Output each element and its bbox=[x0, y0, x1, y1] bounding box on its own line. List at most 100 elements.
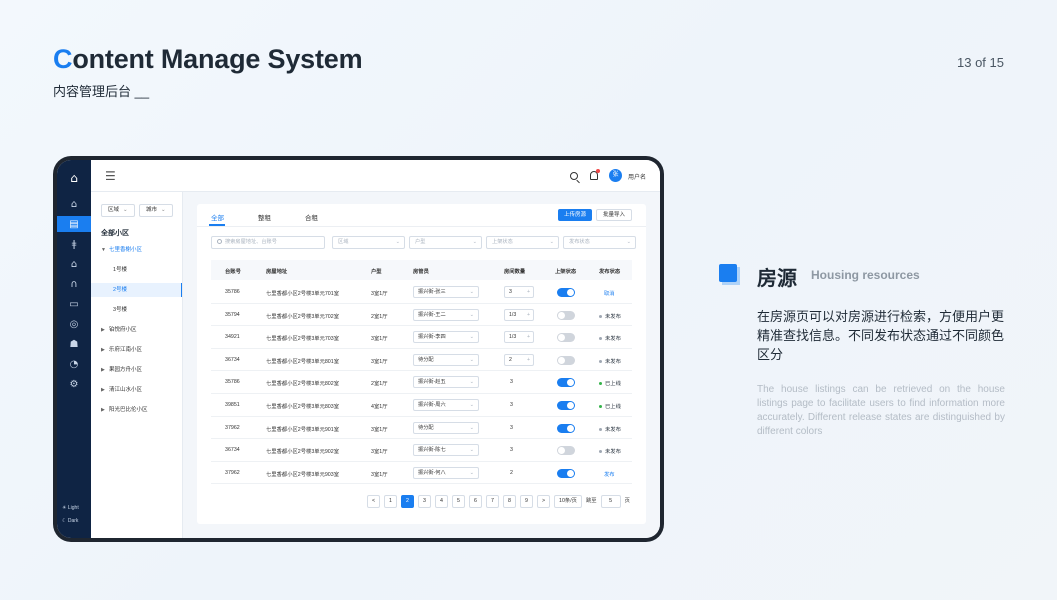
page-button[interactable]: 1 bbox=[384, 495, 397, 508]
plus-icon[interactable]: + bbox=[527, 355, 530, 365]
table-row[interactable]: 35786 七里香都小区2号楼3单元802室 2室1厅 振兴街-赵五 ⌄ 3 已上线 bbox=[211, 371, 632, 394]
manager-select[interactable]: 待分配 ⌄ bbox=[413, 421, 479, 434]
listing-toggle[interactable] bbox=[557, 423, 575, 433]
page-button[interactable]: 3 bbox=[418, 495, 431, 508]
listing-toggle[interactable] bbox=[557, 446, 575, 456]
avatar[interactable]: 张 bbox=[609, 169, 622, 182]
listing-toggle[interactable] bbox=[557, 288, 575, 297]
house-layout: 4室1厅 bbox=[371, 404, 388, 410]
home-icon[interactable]: ⌂ bbox=[65, 170, 83, 186]
status-dot bbox=[599, 337, 602, 341]
table-row[interactable]: 35786 七里香都小区2号楼3单元701室 3室1厅 振兴街-张三 ⌄ 3 + 取消 bbox=[211, 281, 632, 304]
room-count-stepper[interactable]: 1/3 + bbox=[504, 308, 534, 321]
tab-whole-rent[interactable]: 整租 bbox=[258, 212, 271, 222]
headset-icon[interactable]: ∩ bbox=[65, 276, 83, 292]
manager-select[interactable]: 振兴街-何八 ⌄ bbox=[413, 466, 479, 479]
page-button[interactable]: 6 bbox=[469, 495, 482, 508]
light-mode-toggle[interactable]: ☀ Light bbox=[62, 505, 79, 511]
table-row[interactable]: 37962 七里香都小区2号楼3单元903室 3室1厅 振兴街-何八 ⌄ 2 发布 bbox=[211, 462, 632, 485]
district-select[interactable]: 区域 ⌄ bbox=[101, 204, 135, 217]
all-communities[interactable]: 全部小区 bbox=[101, 228, 129, 238]
page-button[interactable]: 4 bbox=[435, 495, 448, 508]
settings-icon[interactable]: ⚙ bbox=[65, 376, 83, 392]
plus-icon[interactable]: + bbox=[527, 310, 530, 320]
manager-select[interactable]: 振兴街-张三 ⌄ bbox=[413, 286, 479, 298]
batch-import-button[interactable]: 批量导入 bbox=[595, 209, 632, 221]
search-icon[interactable] bbox=[570, 172, 578, 180]
dark-mode-toggle[interactable]: ☾ Dark bbox=[62, 518, 78, 524]
city-select[interactable]: 城市 ⌄ bbox=[139, 204, 173, 217]
tree-node-community[interactable]: ▶ 乐府江南小区 bbox=[91, 343, 182, 357]
table-row[interactable]: 34921 七里香都小区2号楼3单元703室 3室1厅 振兴街-李四 ⌄ 1/3 + 未发布 bbox=[211, 326, 632, 349]
listing-toggle[interactable] bbox=[557, 355, 575, 365]
thermometer-icon[interactable]: ǂ bbox=[65, 236, 83, 252]
manager-select[interactable]: 振兴街-周六 ⌄ bbox=[413, 399, 479, 411]
next-page-button[interactable]: > bbox=[537, 495, 550, 508]
table-row[interactable]: 37962 七里香都小区2号楼3单元901室 3室1厅 待分配 ⌄ 3 未发布 bbox=[211, 417, 632, 440]
caret-right-icon: ▶ bbox=[101, 367, 105, 373]
ledger-id: 34921 bbox=[225, 334, 240, 341]
publish-status-label: 取消 bbox=[604, 291, 615, 297]
page-button[interactable]: 5 bbox=[452, 495, 465, 508]
house-address: 七里香都小区2号楼3单元903室 bbox=[266, 471, 339, 478]
publish-status-filter[interactable]: 发布状态 ⌄ bbox=[563, 236, 636, 249]
target-icon[interactable]: ◎ bbox=[65, 316, 83, 332]
plus-icon[interactable]: + bbox=[527, 332, 530, 342]
room-count-stepper[interactable]: 1/3 + bbox=[504, 331, 534, 344]
manager-select[interactable]: 振兴街-赵五 ⌄ bbox=[413, 376, 479, 389]
layout-filter[interactable]: 户型 ⌄ bbox=[409, 236, 482, 249]
listing-toggle[interactable] bbox=[557, 333, 575, 343]
room-count-stepper[interactable]: 3 + bbox=[504, 286, 534, 298]
manager-select[interactable]: 振兴街-王二 ⌄ bbox=[413, 308, 479, 321]
upload-listing-button[interactable]: 上传房源 bbox=[557, 209, 592, 221]
tree-node-community[interactable]: ▶ 铂悦府小区 bbox=[91, 323, 182, 337]
publish-status-label: 未发布 bbox=[605, 449, 621, 456]
listing-toggle[interactable] bbox=[557, 468, 575, 478]
tree-node-community[interactable]: ▶ 果园方舟小区 bbox=[91, 363, 182, 377]
listing-toggle[interactable] bbox=[557, 310, 575, 320]
tree-node-community[interactable]: ▼ 七里香榭小区 bbox=[91, 243, 182, 257]
listing-status-filter[interactable]: 上架状态 ⌄ bbox=[486, 236, 559, 249]
house-icon[interactable]: ⌂ bbox=[65, 256, 83, 272]
file-icon[interactable]: ▤ bbox=[57, 216, 91, 232]
publish-status[interactable]: 发布 bbox=[604, 470, 615, 478]
pie-chart-icon[interactable]: ◔ bbox=[65, 356, 83, 372]
page-button[interactable]: 2 bbox=[401, 495, 414, 508]
tab-shared-rent[interactable]: 合租 bbox=[305, 212, 318, 222]
ledger-id: 35794 bbox=[225, 311, 240, 318]
tree-node-building[interactable]: 1号楼 bbox=[91, 263, 182, 277]
publish-status-label: 已上线 bbox=[605, 404, 621, 410]
listing-toggle[interactable] bbox=[557, 378, 575, 388]
user-badge-icon[interactable]: ☗ bbox=[65, 336, 83, 352]
publish-status[interactable]: 取消 bbox=[604, 289, 615, 297]
tree-node-community[interactable]: ▶ 阳光巴比伦小区 bbox=[91, 403, 182, 417]
page-button[interactable]: 7 bbox=[486, 495, 499, 508]
room-count-stepper[interactable]: 2 + bbox=[504, 353, 534, 366]
listing-toggle[interactable] bbox=[557, 401, 575, 410]
manager-select[interactable]: 待分配 ⌄ bbox=[413, 353, 479, 366]
menu-icon[interactable]: ☰ bbox=[105, 170, 116, 182]
feature-description-en: The house listings can be retrieved on t… bbox=[757, 384, 1005, 437]
page-size-select[interactable]: 10条/页 bbox=[554, 495, 582, 508]
manager-select[interactable]: 振兴街-李四 ⌄ bbox=[413, 331, 479, 344]
tree-node-community[interactable]: ▶ 清江山水小区 bbox=[91, 383, 182, 397]
search-input[interactable]: 搜索房屋地址、台账号 bbox=[211, 236, 325, 249]
tree-node-label: 乐府江南小区 bbox=[109, 347, 143, 353]
tab-all[interactable]: 全部 bbox=[211, 212, 224, 222]
page-button[interactable]: 9 bbox=[520, 495, 533, 508]
prev-page-button[interactable]: < bbox=[367, 495, 380, 508]
district-filter[interactable]: 区域 ⌄ bbox=[332, 236, 405, 249]
table-row[interactable]: 35794 七里香都小区2号楼3单元702室 2室1厅 振兴街-王二 ⌄ 1/3 + 未发布 bbox=[211, 304, 632, 327]
table-row[interactable]: 39851 七里香都小区2号楼3单元803室 4室1厅 振兴街-周六 ⌄ 3 已上线 bbox=[211, 394, 632, 417]
wallet-icon[interactable]: ▭ bbox=[65, 296, 83, 312]
username[interactable]: 用户名 bbox=[628, 172, 646, 181]
tree-node-building[interactable]: 2号楼 bbox=[91, 283, 182, 297]
tree-node-building[interactable]: 3号楼 bbox=[91, 303, 182, 317]
page-button[interactable]: 8 bbox=[503, 495, 516, 508]
plus-icon[interactable]: + bbox=[527, 287, 530, 297]
home-icon[interactable]: ⌂ bbox=[65, 196, 83, 212]
goto-page-input[interactable]: 5 bbox=[600, 495, 621, 508]
table-row[interactable]: 36734 七里香都小区2号楼3单元902室 3室1厅 振兴街-陈七 ⌄ 3 未发布 bbox=[211, 439, 632, 462]
table-row[interactable]: 36734 七里香都小区2号楼3单元801室 3室1厅 待分配 ⌄ 2 + 未发布 bbox=[211, 349, 632, 372]
manager-select[interactable]: 振兴街-陈七 ⌄ bbox=[413, 444, 479, 457]
